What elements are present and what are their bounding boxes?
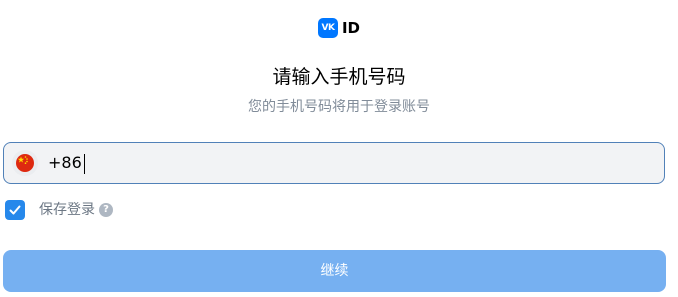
text-caret	[84, 154, 85, 174]
continue-button[interactable]: 继续	[3, 250, 666, 292]
page-title: 请输入手机号码	[272, 66, 406, 88]
phone-input[interactable]: +86	[48, 153, 608, 173]
remember-login[interactable]: 保存登录 ?	[5, 200, 113, 220]
question-circle-icon[interactable]: ?	[99, 203, 113, 217]
logo-text: ID	[341, 19, 361, 37]
page-subtitle: 您的手机号码将用于登录账号	[248, 99, 430, 115]
remember-checkbox[interactable]	[5, 200, 25, 220]
remember-label: 保存登录	[39, 202, 95, 218]
china-flag-icon	[16, 154, 34, 172]
vk-logo-icon: VK	[317, 18, 338, 38]
checkmark-icon	[9, 205, 21, 215]
vk-id-phone-login: VK ID 请输入手机号码 您的手机号码将用于登录账号 +86 保存登录 ? 继…	[0, 0, 678, 297]
country-selector[interactable]	[12, 150, 38, 176]
vk-id-logo: VK ID	[0, 18, 678, 38]
phone-field[interactable]: +86	[3, 142, 665, 184]
